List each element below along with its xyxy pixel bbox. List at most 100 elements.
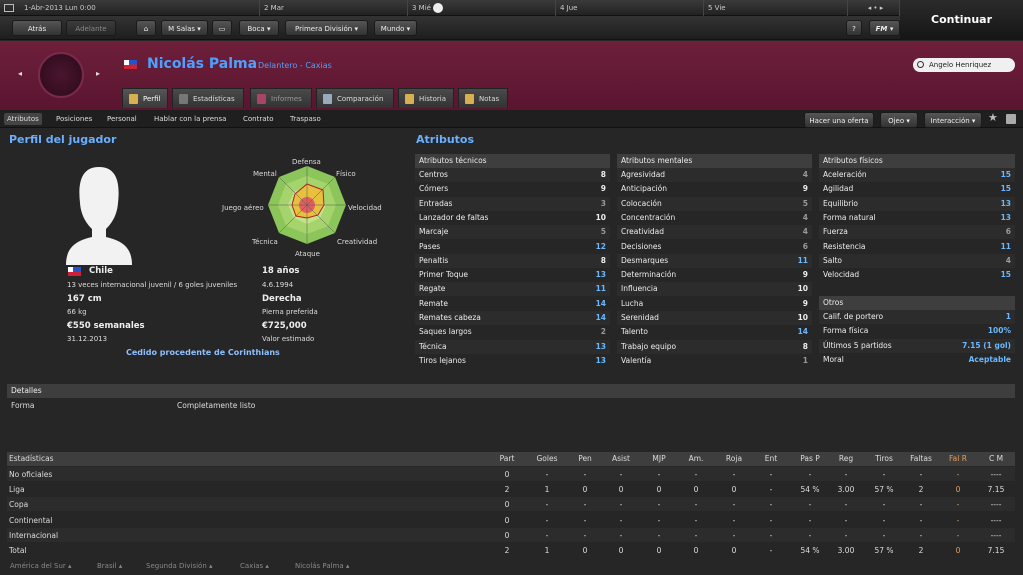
breadcrumb-league[interactable]: Segunda División ▴ [146,562,213,570]
make-offer-button[interactable]: Hacer una oferta [804,112,874,128]
attribute-row[interactable]: Influencia 10 [617,282,812,297]
stats-col-header[interactable]: Part [497,454,517,463]
calendar-scroll[interactable]: ◂ • ▸ [848,0,900,16]
attribute-row[interactable]: Forma natural 13 [819,210,1015,225]
attribute-row[interactable]: Marcaje 5 [415,225,610,240]
attribute-row[interactable]: Remate 14 [415,296,610,311]
stats-col-header[interactable]: Faltas [906,454,936,463]
day-5[interactable]: 5 Vie [704,0,848,16]
attribute-row[interactable]: Pases 12 [415,239,610,254]
tab-profile[interactable]: Perfil [122,88,168,108]
attribute-row[interactable]: Anticipación 9 [617,182,812,197]
club-menu[interactable]: Boca ▾ [239,20,279,36]
loan-status[interactable]: Cedido procedente de Corinthians [126,348,280,357]
scout-menu[interactable]: Ojeo ▾ [880,112,918,128]
subtab-transfer[interactable]: Traspaso [290,113,321,125]
breadcrumb-club[interactable]: Caxias ▴ [240,562,269,570]
attribute-row[interactable]: Remates cabeza 14 [415,311,610,325]
subtab-contract[interactable]: Contrato [243,113,274,125]
home-icon[interactable]: ⌂ [136,20,156,36]
attribute-row[interactable]: Decisiones 6 [617,239,812,254]
day-2[interactable]: 2 Mar [260,0,408,16]
attribute-row[interactable]: Calif. de portero 1 [819,310,1015,324]
note-icon[interactable] [1006,114,1016,124]
star-icon[interactable]: ★ [988,111,998,124]
attribute-row[interactable]: Creatividad 4 [617,225,812,240]
attribute-row[interactable]: Serenidad 10 [617,311,812,325]
attribute-row[interactable]: Entradas 3 [415,196,610,211]
stats-col-header[interactable]: Ent [760,454,782,463]
attribute-row[interactable]: Colocación 5 [617,196,812,211]
player-position[interactable]: Delantero - Caxias [258,61,332,70]
breadcrumb-continent[interactable]: América del Sur ▴ [10,562,72,570]
help-button[interactable]: ? [846,20,862,36]
stats-col-header[interactable]: Pen [575,454,595,463]
attribute-row[interactable]: Equilibrio 13 [819,196,1015,211]
stats-col-header[interactable]: MJP [646,454,672,463]
attribute-row[interactable]: Técnica 13 [415,339,610,354]
stats-col-header[interactable]: Tiros [869,454,899,463]
stats-col-header[interactable]: Goles [535,454,559,463]
attribute-row[interactable]: Lanzador de faltas 10 [415,210,610,225]
attribute-row[interactable]: Velocidad 15 [819,268,1015,283]
prev-arrow-icon[interactable]: ◂ [18,69,22,78]
attribute-row[interactable]: Penaltis 8 [415,253,610,268]
stats-col-header[interactable]: C M [983,454,1009,463]
attribute-row[interactable]: Últimos 5 partidos 7.15 (1 gol) [819,338,1015,353]
manager-menu[interactable]: M Salas ▾ [161,20,208,36]
attribute-row[interactable]: Forma física 100% [819,324,1015,339]
subtab-attributes[interactable]: Atributos [4,113,42,125]
attribute-row[interactable]: Centros 8 [415,168,610,182]
stats-col-header[interactable]: Reg [834,454,858,463]
attribute-row[interactable]: Tiros lejanos 13 [415,353,610,368]
next-arrow-icon[interactable]: ▸ [96,69,100,78]
tab-notes[interactable]: Notas [458,88,508,108]
attribute-row[interactable]: Resistencia 11 [819,239,1015,254]
search-input[interactable]: Angelo Henriquez [913,58,1015,72]
back-button[interactable]: Atrás [12,20,62,36]
fm-menu[interactable]: FM ▾ [869,20,900,36]
world-menu[interactable]: Mundo ▾ [374,20,417,36]
attribute-row[interactable]: Saques largos 2 [415,325,610,340]
attribute-row[interactable]: Determinación 9 [617,268,812,283]
subtab-positions[interactable]: Posiciones [56,113,92,125]
attribute-row[interactable]: Agresividad 4 [617,168,812,182]
attribute-row[interactable]: Concentración 4 [617,210,812,225]
tab-stats[interactable]: Estadísticas [172,88,244,108]
day-4[interactable]: 4 Jue [556,0,704,16]
stats-col-header[interactable]: Asist [609,454,633,463]
tab-comparison[interactable]: Comparación [316,88,394,108]
attribute-row[interactable]: Primer Toque 13 [415,268,610,283]
breadcrumb-country[interactable]: Brasil ▴ [97,562,122,570]
current-date[interactable]: 1-Abr-2013 Lun 0:00 [0,0,260,16]
attribute-row[interactable]: Salto 4 [819,253,1015,268]
continue-button[interactable]: Continuar [900,0,1023,40]
attribute-row[interactable]: Aceleración 15 [819,168,1015,182]
attribute-row[interactable]: Fuerza 6 [819,225,1015,240]
stats-col-header[interactable]: Estadísticas [9,454,54,463]
forward-button[interactable]: Adelante [66,20,116,36]
stats-col-header[interactable]: Am. [684,454,708,463]
attribute-row[interactable]: Lucha 9 [617,296,812,311]
day-3[interactable]: 3 Mié [408,0,556,16]
stats-col-header[interactable]: Pas P [793,454,827,463]
attribute-row[interactable]: Córners 9 [415,182,610,197]
inbox-icon[interactable]: ▭ [212,20,232,36]
nation[interactable]: Chile [89,266,113,276]
attribute-row[interactable]: Regate 11 [415,282,610,297]
league-menu[interactable]: Primera División ▾ [285,20,368,36]
subtab-personal[interactable]: Personal [107,113,137,125]
stats-col-header[interactable]: Fal R [948,454,968,463]
tab-reports[interactable]: Informes [250,88,312,108]
attribute-row[interactable]: Valentía 1 [617,353,812,368]
attribute-row[interactable]: Trabajo equipo 8 [617,339,812,354]
subtab-press[interactable]: Hablar con la prensa [154,113,226,125]
stats-col-header[interactable]: Roja [722,454,746,463]
breadcrumb-player[interactable]: Nicolás Palma ▴ [295,562,349,570]
attribute-row[interactable]: Talento 14 [617,325,812,340]
attribute-row[interactable]: Desmarques 11 [617,253,812,268]
interaction-menu[interactable]: Interacción ▾ [924,112,982,128]
attribute-row[interactable]: Moral Aceptable [819,352,1015,367]
tab-history[interactable]: Historia [398,88,454,108]
attribute-row[interactable]: Agilidad 15 [819,182,1015,197]
